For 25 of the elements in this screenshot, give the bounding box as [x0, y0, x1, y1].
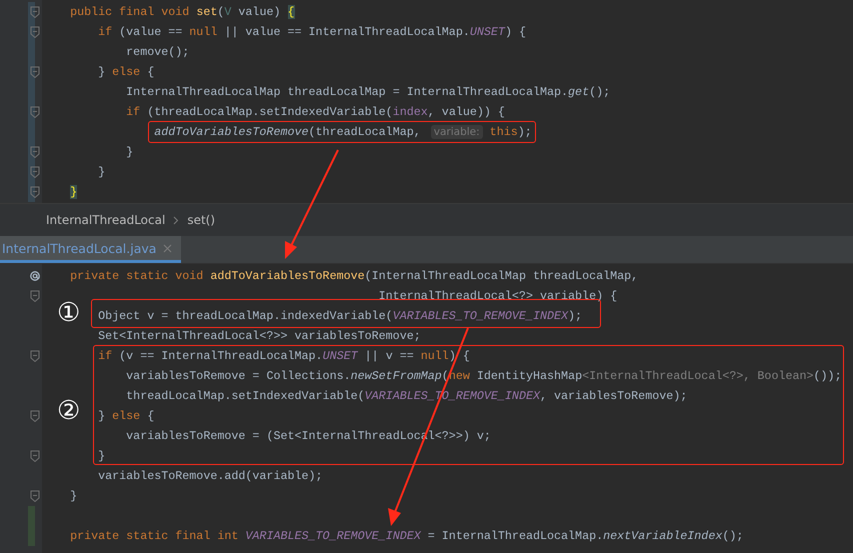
- code-line: }: [98, 449, 106, 463]
- code-line: }: [70, 489, 78, 503]
- breadcrumb-item[interactable]: InternalThreadLocal: [46, 213, 166, 227]
- code-line: Set<InternalThreadLocal<?>> variablesToRemove;: [98, 329, 421, 343]
- code-line: Object v = threadLocalMap.indexedVariable(VARIABLES_TO_REMOVE_INDEX);: [98, 309, 582, 323]
- chevron-icon: [173, 216, 180, 224]
- code-line: remove();: [126, 45, 190, 59]
- code-line: private static final int VARIABLES_TO_REMOVE_INDEX = InternalThreadLocalMap.nextVariableIndex();: [70, 529, 744, 543]
- code-line: } else {: [98, 409, 154, 423]
- code-line: InternalThreadLocalMap threadLocalMap = InternalThreadLocalMap.get();: [126, 85, 610, 99]
- code-line: variablesToRemove = Collections.newSetFromMap(new IdentityHashMap<InternalThreadLocal<?>, Boolean>());: [126, 369, 842, 383]
- code-line: if (threadLocalMap.setIndexedVariable(index, value)) {: [126, 105, 505, 119]
- code-line: public final void set(V value) {: [70, 5, 295, 19]
- code-line: }: [98, 165, 106, 179]
- code-line: variablesToRemove.add(variable);: [98, 469, 323, 483]
- code-line: } else {: [98, 65, 154, 79]
- code-line: if (v == InternalThreadLocalMap.UNSET || v == null) {: [98, 349, 470, 363]
- step-number: ②: [57, 396, 80, 426]
- step-number: ①: [57, 298, 80, 328]
- close-icon: [163, 244, 172, 252]
- code-line: }: [126, 145, 134, 159]
- code-line: if (value == null || value == InternalThreadLocalMap.UNSET) {: [98, 25, 526, 39]
- code-line: private static void addToVariablesToRemove(InternalThreadLocalMap threadLocalMap,: [70, 269, 638, 283]
- breadcrumb-item[interactable]: set(): [187, 213, 216, 227]
- code-line: addToVariablesToRemove(threadLocalMap, variable: this);: [154, 125, 532, 139]
